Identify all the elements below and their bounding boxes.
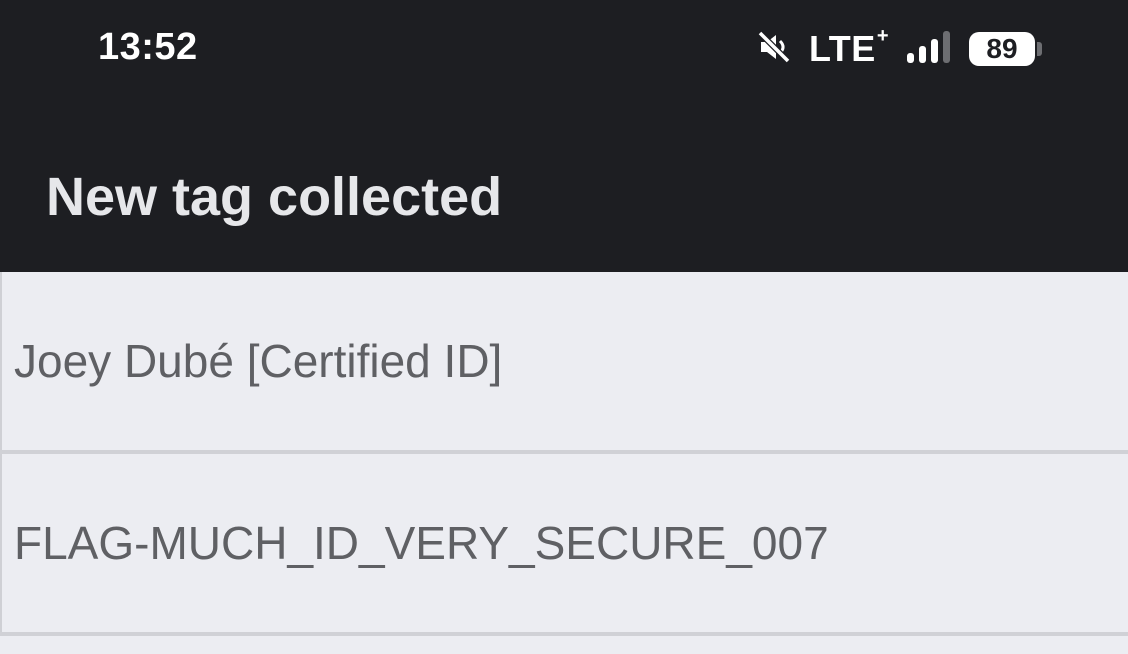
tag-list: Joey Dubé [Certified ID] FLAG-MUCH_ID_VE… — [0, 272, 1128, 636]
list-item[interactable]: FLAG-MUCH_ID_VERY_SECURE_007 — [0, 454, 1128, 632]
divider — [0, 632, 1128, 636]
signal-icon — [905, 29, 953, 70]
network-text: LTE — [808, 28, 876, 69]
page-title: New tag collected — [46, 167, 503, 227]
app-bar: 13:52 LTE+ 89 New tag collected — [0, 0, 1128, 272]
network-type-label: LTE+ — [808, 25, 889, 70]
network-suffix: + — [876, 25, 889, 47]
battery-icon: 89 — [969, 32, 1042, 66]
list-item-label: Joey Dubé [Certified ID] — [14, 335, 503, 387]
battery-level: 89 — [969, 32, 1035, 66]
battery-tip — [1037, 42, 1042, 56]
list-item[interactable]: Joey Dubé [Certified ID] — [0, 272, 1128, 450]
mute-icon — [755, 28, 793, 71]
list-item-label: FLAG-MUCH_ID_VERY_SECURE_007 — [14, 517, 829, 569]
status-icons: LTE+ 89 — [755, 25, 1042, 72]
status-time: 13:52 — [98, 26, 198, 68]
